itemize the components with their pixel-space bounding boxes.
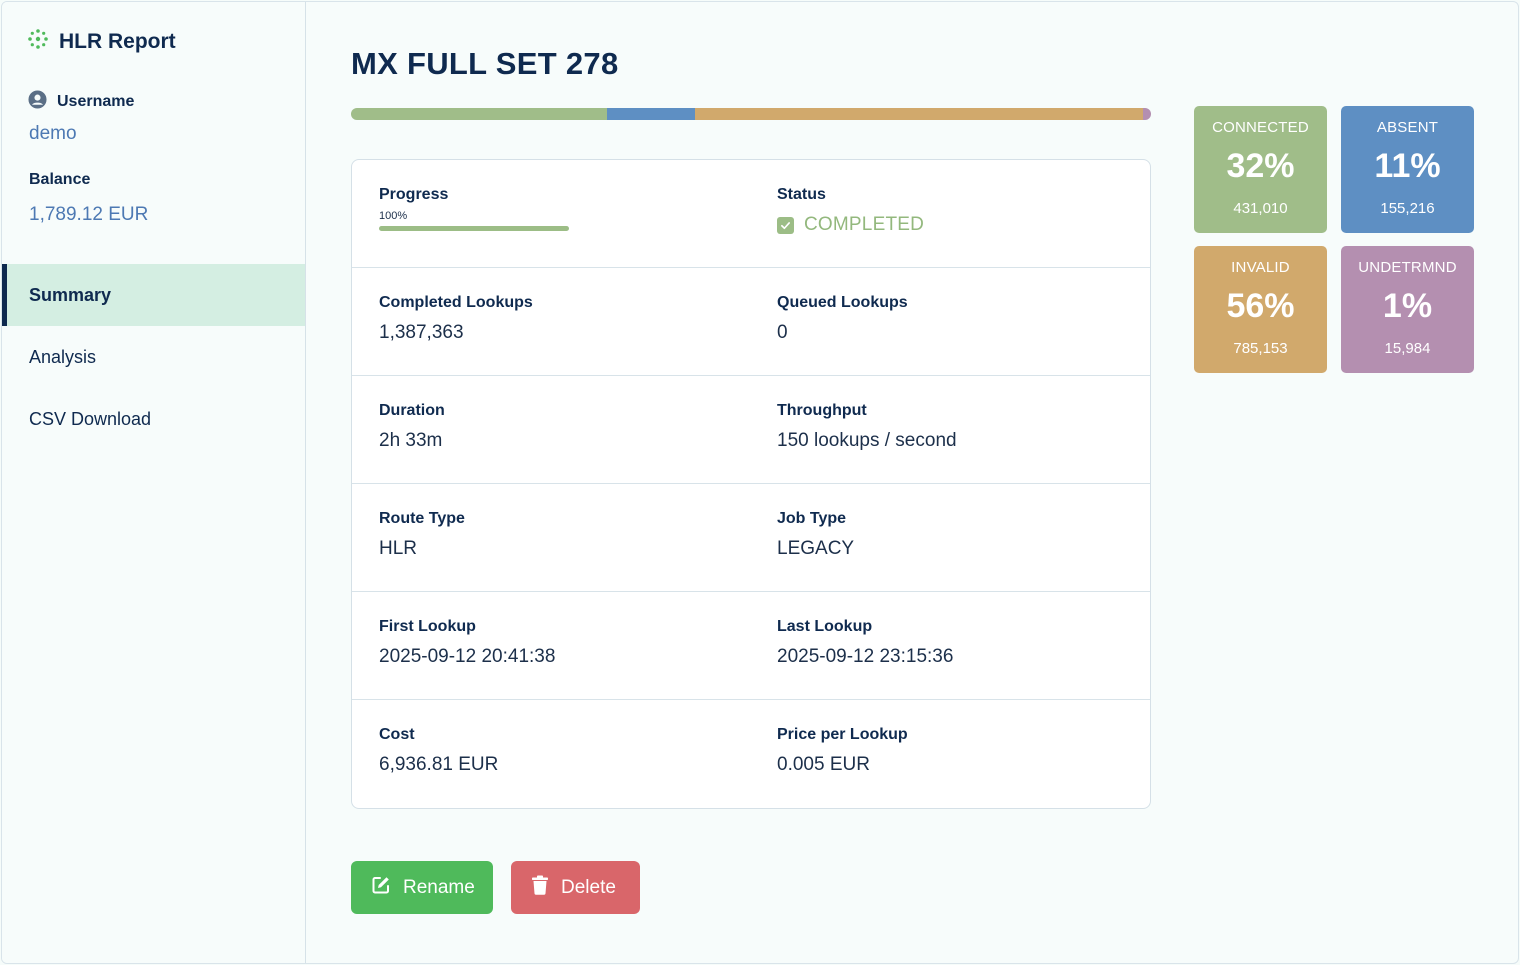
- route-type-value: HLR: [379, 538, 418, 559]
- completed-lookups-cell: Completed Lookups 1,387,363: [379, 294, 533, 344]
- stat-label: INVALID: [1231, 259, 1290, 276]
- username-value: demo: [29, 123, 77, 144]
- stat-percent: 11%: [1374, 147, 1441, 185]
- distribution-segment-undetrmnd: [1143, 108, 1151, 120]
- progress-label: Progress: [379, 186, 449, 203]
- sidebar: HLR Report Username demo Balance 1,789.1…: [2, 2, 306, 963]
- job-type-label: Job Type: [777, 510, 847, 527]
- last-lookup-cell: Last Lookup 2025-09-12 23:15:36: [777, 618, 953, 668]
- brand[interactable]: HLR Report: [27, 28, 176, 55]
- details-row-type: Route Type HLR Job Type LEGACY: [352, 484, 1150, 592]
- progress-bar: [379, 226, 569, 231]
- nav-item-csv-download[interactable]: CSV Download: [2, 388, 305, 450]
- stat-percent: 32%: [1226, 147, 1295, 185]
- duration-value: 2h 33m: [379, 430, 443, 451]
- cost-cell: Cost 6,936.81 EUR: [379, 726, 498, 776]
- details-row-lookups: Completed Lookups 1,387,363 Queued Looku…: [352, 268, 1150, 376]
- first-lookup-label: First Lookup: [379, 618, 476, 635]
- progress-percent: 100%: [379, 210, 408, 222]
- last-lookup-value: 2025-09-12 23:15:36: [777, 646, 954, 667]
- stat-count: 785,153: [1233, 340, 1288, 357]
- stat-label: ABSENT: [1376, 119, 1439, 136]
- nav-item-summary[interactable]: Summary: [2, 264, 305, 326]
- job-type-cell: Job Type LEGACY: [777, 510, 854, 560]
- last-lookup-label: Last Lookup: [777, 618, 873, 635]
- completed-lookups-label: Completed Lookups: [379, 294, 533, 311]
- distribution-segment-connected: [351, 108, 607, 120]
- balance-value: 1,789.12 EUR: [29, 204, 149, 225]
- stat-count: 431,010: [1233, 200, 1288, 217]
- first-lookup-value: 2025-09-12 20:41:38: [379, 646, 556, 667]
- progress-bar-fill: [379, 226, 569, 231]
- distribution-segment-invalid: [695, 108, 1143, 120]
- throughput-cell: Throughput 150 lookups / second: [777, 402, 957, 452]
- stat-tile-connected: CONNECTED 32% 431,010: [1194, 106, 1327, 233]
- first-lookup-cell: First Lookup 2025-09-12 20:41:38: [379, 618, 555, 668]
- stat-percent: 1%: [1382, 287, 1433, 325]
- duration-cell: Duration 2h 33m: [379, 402, 445, 452]
- delete-button-label: Delete: [561, 876, 616, 898]
- status-value: COMPLETED: [804, 214, 925, 235]
- username-label: Username: [57, 93, 135, 110]
- page-title: MX FULL SET 278: [351, 46, 619, 81]
- user-row: Username: [28, 90, 134, 114]
- checkbox-check-icon: [777, 216, 794, 234]
- progress-cell: Progress 100%: [379, 186, 569, 231]
- details-row-duration: Duration 2h 33m Throughput 150 lookups /…: [352, 376, 1150, 484]
- job-type-value: LEGACY: [777, 538, 855, 559]
- stat-tile-undetermined: UNDETRMND 1% 15,984: [1341, 246, 1474, 373]
- app-title: HLR Report: [59, 29, 176, 53]
- logo-icon: [27, 28, 49, 55]
- stat-tile-absent: ABSENT 11% 155,216: [1341, 106, 1474, 233]
- cost-label: Cost: [379, 726, 415, 743]
- status-label: Status: [777, 186, 826, 203]
- stat-percent: 56%: [1226, 287, 1295, 325]
- stat-count: 155,216: [1380, 200, 1435, 217]
- stat-label: UNDETRMND: [1358, 259, 1457, 276]
- distribution-bar: [351, 108, 1151, 120]
- duration-label: Duration: [379, 402, 445, 419]
- queued-lookups-cell: Queued Lookups 0: [777, 294, 908, 344]
- queued-lookups-value: 0: [777, 322, 788, 343]
- queued-lookups-label: Queued Lookups: [777, 294, 908, 311]
- route-type-cell: Route Type HLR: [379, 510, 465, 560]
- stat-tile-invalid: INVALID 56% 785,153: [1194, 246, 1327, 373]
- sidebar-nav: Summary Analysis CSV Download: [2, 264, 305, 450]
- stat-label: CONNECTED: [1212, 119, 1309, 136]
- completed-lookups-value: 1,387,363: [379, 322, 464, 343]
- user-avatar-icon: [28, 90, 47, 114]
- delete-button[interactable]: Delete: [511, 861, 640, 914]
- status-cell: Status COMPLETED: [777, 186, 924, 236]
- route-type-label: Route Type: [379, 510, 465, 527]
- price-per-lookup-cell: Price per Lookup 0.005 EUR: [777, 726, 908, 776]
- details-row-timestamps: First Lookup 2025-09-12 20:41:38 Last Lo…: [352, 592, 1150, 700]
- rename-button-label: Rename: [403, 876, 475, 898]
- rename-button[interactable]: Rename: [351, 861, 493, 914]
- stat-count: 15,984: [1384, 340, 1431, 357]
- trash-icon: [531, 875, 549, 901]
- app-window: HLR Report Username demo Balance 1,789.1…: [1, 1, 1519, 964]
- details-row-cost: Cost 6,936.81 EUR Price per Lookup 0.005…: [352, 700, 1150, 808]
- details-row-progress: Progress 100% Status COMPLETED: [352, 160, 1150, 268]
- price-per-lookup-label: Price per Lookup: [777, 726, 908, 743]
- price-per-lookup-value: 0.005 EUR: [777, 754, 870, 775]
- nav-item-analysis[interactable]: Analysis: [2, 326, 305, 388]
- throughput-label: Throughput: [777, 402, 867, 419]
- throughput-value: 150 lookups / second: [777, 430, 957, 451]
- balance-label: Balance: [29, 171, 91, 188]
- status-line: COMPLETED: [777, 214, 924, 236]
- job-details-card: Progress 100% Status COMPLETED Completed…: [351, 159, 1151, 809]
- cost-value: 6,936.81 EUR: [379, 754, 499, 775]
- distribution-segment-absent: [607, 108, 695, 120]
- edit-icon: [371, 875, 391, 901]
